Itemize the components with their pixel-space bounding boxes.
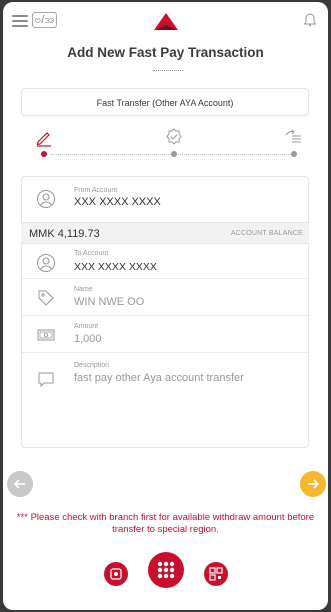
verify-step-icon bbox=[166, 128, 182, 145]
scan-pay-button[interactable] bbox=[104, 562, 128, 586]
name-label: Name bbox=[74, 286, 93, 293]
description-label: Description bbox=[74, 362, 110, 369]
from-account-row[interactable]: From Account XXX XXXX XXXX bbox=[22, 177, 310, 223]
title-divider bbox=[153, 70, 183, 71]
qr-code-icon bbox=[209, 567, 223, 581]
amount-value[interactable]: 1,000 bbox=[74, 333, 102, 345]
description-row[interactable]: Description fast pay other Aya account t… bbox=[22, 353, 310, 448]
comment-icon bbox=[38, 372, 54, 388]
arrow-right-icon bbox=[308, 479, 320, 489]
from-account-value: XXX XXXX XXXX bbox=[74, 196, 161, 208]
menu-icon[interactable] bbox=[12, 15, 28, 27]
balance-amount: MMK 4,119.73 bbox=[29, 228, 100, 240]
user-icon bbox=[37, 190, 55, 208]
grid-dots-icon bbox=[157, 561, 175, 579]
transfer-type-selector[interactable]: Fast Transfer (Other AYA Account) bbox=[21, 88, 309, 116]
edit-step-icon bbox=[36, 132, 51, 147]
arrow-left-icon bbox=[13, 479, 25, 489]
scan-icon bbox=[110, 568, 122, 580]
tag-icon bbox=[38, 290, 54, 306]
language-toggle[interactable]: ဗ/အ bbox=[32, 12, 58, 28]
withdraw-notice: *** Please check with branch first for a… bbox=[16, 512, 315, 535]
bottom-nav bbox=[3, 550, 328, 610]
from-account-card[interactable]: From Account XXX XXXX XXXX bbox=[21, 176, 309, 222]
step-indicator bbox=[3, 127, 328, 167]
description-value[interactable]: fast pay other Aya account transfer bbox=[74, 372, 244, 384]
name-row[interactable]: Name WIN NWE OO bbox=[22, 279, 310, 315]
account-balance-bar: MMK 4,119.73 ACCOUNT BALANCE bbox=[21, 222, 309, 244]
app-screen: ဗ/အ Add New Fast Pay Transaction Fast Tr… bbox=[3, 2, 328, 610]
header: ဗ/အ Add New Fast Pay Transaction bbox=[3, 2, 328, 82]
user-icon bbox=[37, 254, 55, 272]
main-menu-button[interactable] bbox=[148, 552, 184, 588]
step-dot-confirm bbox=[291, 151, 297, 157]
next-button[interactable] bbox=[300, 471, 326, 497]
to-account-value[interactable]: XXX XXXX XXXX bbox=[74, 261, 157, 273]
bell-icon[interactable] bbox=[303, 11, 317, 27]
aya-logo bbox=[154, 13, 178, 30]
name-value[interactable]: WIN NWE OO bbox=[74, 296, 144, 308]
amount-row[interactable]: Amount 1,000 bbox=[22, 316, 310, 352]
step-dot-verify bbox=[171, 151, 177, 157]
to-account-row[interactable]: To Account XXX XXXX XXXX bbox=[22, 244, 310, 278]
money-icon bbox=[37, 329, 55, 341]
balance-caption: ACCOUNT BALANCE bbox=[230, 230, 303, 237]
to-account-label: To Account bbox=[74, 250, 109, 257]
qr-code-button[interactable] bbox=[204, 562, 228, 586]
step-dot-edit bbox=[41, 151, 47, 157]
page-title: Add New Fast Pay Transaction bbox=[67, 45, 264, 60]
from-account-label: From Account bbox=[74, 187, 118, 194]
amount-label: Amount bbox=[74, 323, 99, 330]
back-button[interactable] bbox=[7, 471, 33, 497]
transfer-details-card: To Account XXX XXXX XXXX Name WIN NWE OO… bbox=[21, 244, 310, 448]
confirm-step-icon bbox=[285, 129, 301, 143]
